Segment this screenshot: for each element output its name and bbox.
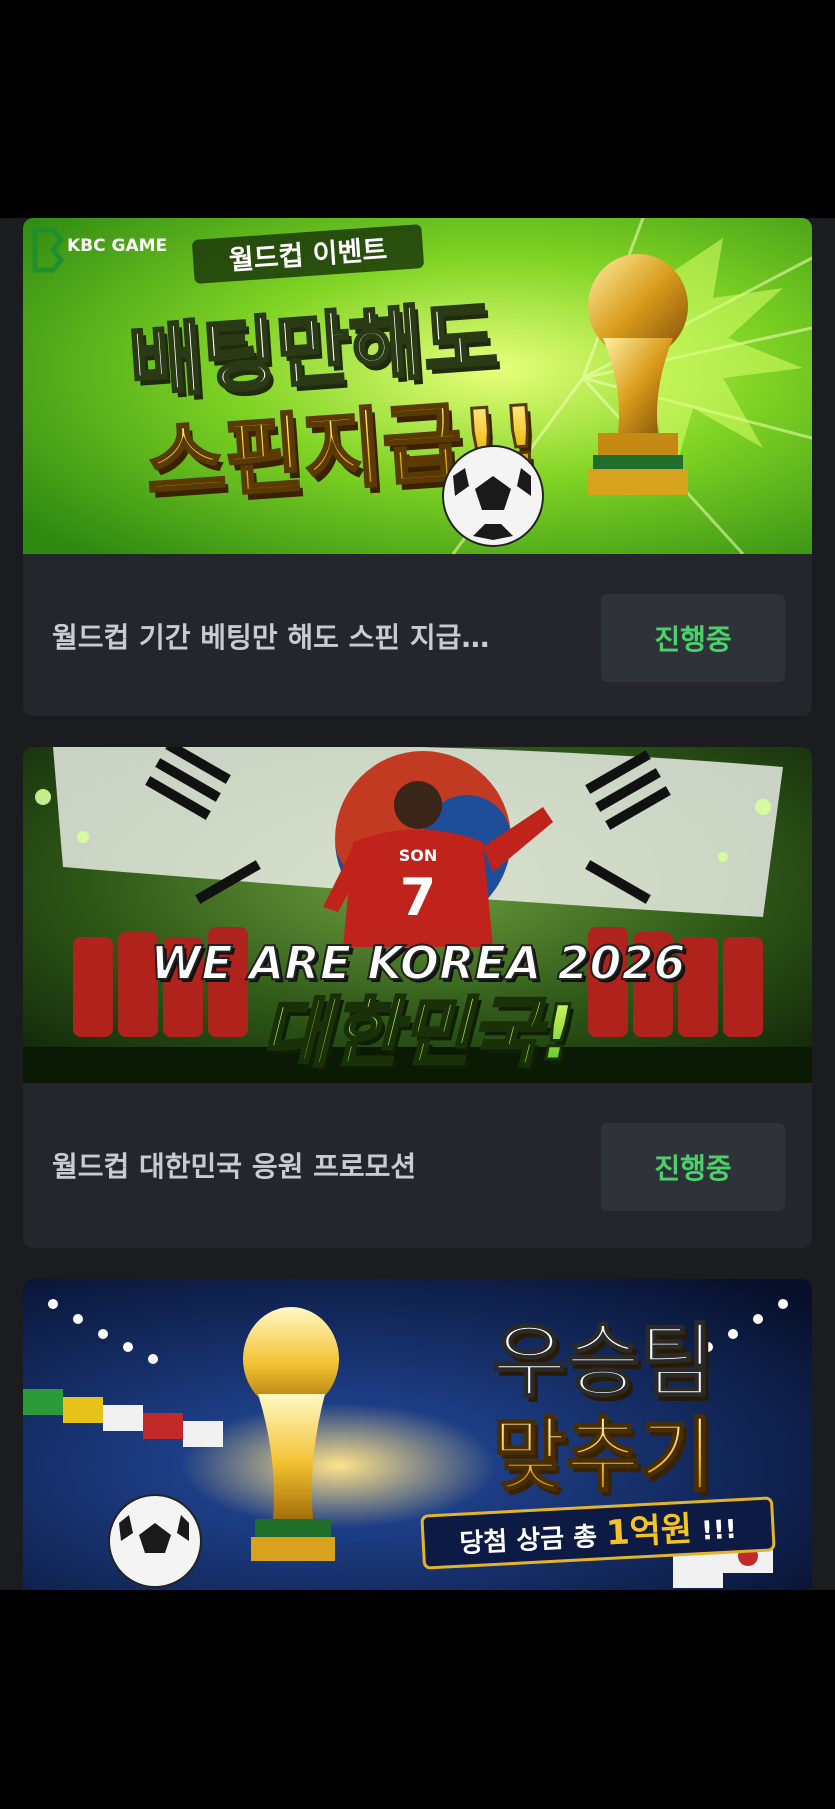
promotion-banner-winner[interactable]: 우승팀 우승팀 맞추기 맞추기 당첨 상금 총 1억원 !!!	[23, 1279, 812, 1590]
banner-winner-art: 우승팀 우승팀 맞추기 맞추기 당첨 상금 총 1억원 !!!	[23, 1279, 812, 1590]
svg-text:SON: SON	[399, 846, 438, 865]
soccer-ball-icon	[108, 1494, 202, 1588]
promotion-title[interactable]: 월드컵 기간 베팅만 해도 스핀 지급…	[52, 616, 552, 656]
promotion-list[interactable]: KBC GAME 월드컵 이벤트 배팅만해도 배팅만해도 스핀지급!! 스핀지급…	[0, 218, 835, 1590]
svg-text:7: 7	[400, 868, 436, 928]
promotion-banner-korea[interactable]: SON 7 WE ARE KOREA 2026 WE ARE KOREA 202…	[23, 747, 812, 1083]
status-badge[interactable]: 진행중	[601, 1123, 785, 1211]
banner-spin-art: KBC GAME 월드컵 이벤트 배팅만해도 배팅만해도 스핀지급!! 스핀지급…	[23, 218, 812, 554]
svg-text:맞추기: 맞추기	[493, 1409, 714, 1502]
promotion-info: 월드컵 대한민국 응원 프로모션 진행중	[23, 1083, 812, 1245]
svg-text:대한민국!: 대한민국!	[261, 988, 575, 1077]
banner-korea-art: SON 7 WE ARE KOREA 2026 WE ARE KOREA 202…	[23, 747, 812, 1083]
soccer-ball-icon	[442, 445, 544, 547]
svg-text:WE ARE KOREA 2026: WE ARE KOREA 2026	[151, 936, 686, 990]
promotion-card[interactable]: KBC GAME 월드컵 이벤트 배팅만해도 배팅만해도 스핀지급!! 스핀지급…	[23, 218, 812, 716]
status-badge[interactable]: 진행중	[601, 594, 785, 682]
promotion-card[interactable]: 우승팀 우승팀 맞추기 맞추기 당첨 상금 총 1억원 !!!	[23, 1279, 812, 1590]
svg-text:우승팀: 우승팀	[493, 1315, 714, 1408]
promotion-banner-spin[interactable]: KBC GAME 월드컵 이벤트 배팅만해도 배팅만해도 스핀지급!! 스핀지급…	[23, 218, 812, 554]
promotion-card[interactable]: SON 7 WE ARE KOREA 2026 WE ARE KOREA 202…	[23, 747, 812, 1248]
banner-logo-text: KBC GAME	[67, 236, 167, 256]
promotion-title[interactable]: 월드컵 대한민국 응원 프로모션	[52, 1145, 552, 1185]
promotion-info: 월드컵 기간 베팅만 해도 스핀 지급… 진행중	[23, 554, 812, 716]
